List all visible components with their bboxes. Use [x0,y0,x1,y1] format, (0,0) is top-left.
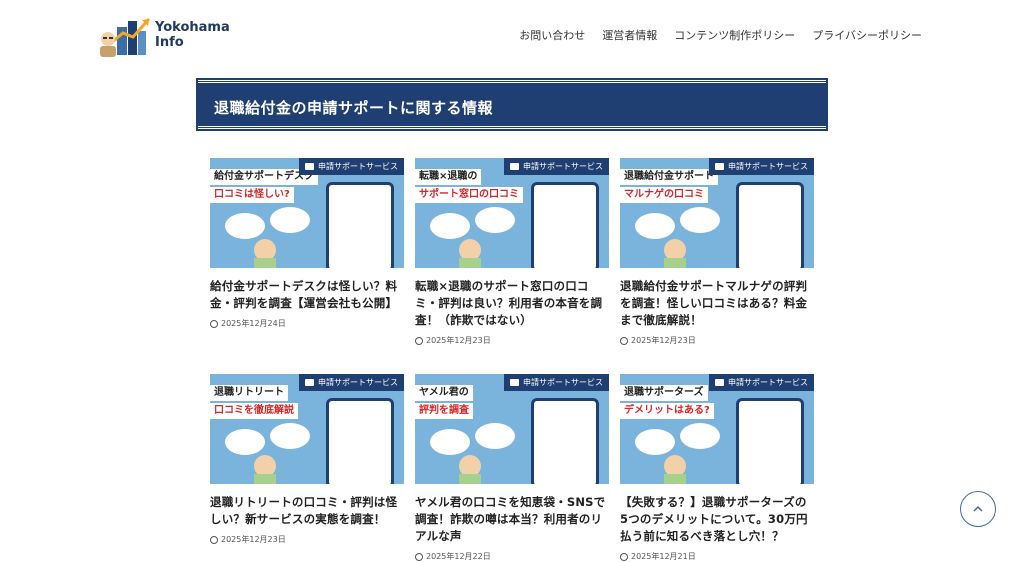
thumbnail-caption-line: マルナゲの口コミ [620,187,708,203]
thumbnail-caption: 退職リトリート 口コミを徹底解説 [210,385,298,421]
post-title[interactable]: 転職×退職のサポート窓口の口コミ・評判は良い？利用者の本音を調査！（詐欺ではない… [415,278,609,329]
post-card[interactable]: 給付金サポートデスク 口コミは怪しい? 申請サポートサービス 給付金サポートデスクは怪… [210,158,404,329]
post-title[interactable]: 【失敗する？】退職サポーターズの5つのデメリットについて。30万円払う前に知るべ… [620,494,814,545]
folder-icon [305,163,314,170]
category-badge[interactable]: 申請サポートサービス [299,158,404,175]
logo-text: Yokohama Info [155,20,230,50]
scroll-to-top-button[interactable] [960,491,996,527]
post-thumbnail[interactable]: 退職サポーターズ デメリットはある? 申請サポートサービス [620,374,814,484]
post-date-text: 2025年12月21日 [631,552,696,561]
folder-icon [715,379,724,386]
post-date: 2025年12月23日 [620,335,814,346]
thumbnail-phone-mockup [326,182,394,268]
post-card[interactable]: 転職×退職のサポート窓口の口コミ 申請サポートサービス転職×退職のサポート窓口の口… [415,158,609,346]
post-title[interactable]: ヤメル君の口コミを知恵袋・SNSで調査！詐欺の噂は本当？利用者のリアルな声 [415,494,609,545]
thumbnail-caption-line: 口コミは怪しい? [210,187,294,203]
folder-icon [510,163,519,170]
post-thumbnail[interactable]: 退職給付金サポート マルナゲの口コミ 申請サポートサービス [620,158,814,268]
category-label: 申請サポートサービス [728,378,808,387]
archive-title-bar: 退職給付金の申請サポートに関する情報 [196,78,828,131]
thumbnail-caption-line: 退職給付金サポート [620,169,718,185]
post-date: 2025年12月23日 [210,534,404,545]
thumbnail-caption: 退職サポーターズ デメリットはある? [620,385,714,421]
post-date: 2025年12月24日 [210,318,404,329]
post-title[interactable]: 給付金サポートデスクは怪しい？料金・評判を調査【運営会社も公開】 [210,278,404,312]
clock-icon [620,552,628,561]
post-card[interactable]: 退職サポーターズ デメリットはある? 申請サポートサービス【失敗する？】退職サポータ… [620,374,814,562]
post-thumbnail[interactable]: 退職リトリート 口コミを徹底解説 申請サポートサービス [210,374,404,484]
category-badge[interactable]: 申請サポートサービス [299,374,404,391]
post-card[interactable]: 退職リトリート 口コミを徹底解説 申請サポートサービス退職リトリートの口コミ・評判は… [210,374,404,545]
thumbnail-caption-line: ヤメル君の [415,385,473,401]
post-title[interactable]: 退職リトリートの口コミ・評判は怪しい？新サービスの実態を調査！ [210,494,404,528]
thumbnail-phone-mockup [736,182,804,268]
post-date-text: 2025年12月23日 [631,336,696,345]
category-badge[interactable]: 申請サポートサービス [504,158,609,175]
chevron-up-icon [973,505,983,512]
category-label: 申請サポートサービス [318,162,398,171]
post-thumbnail[interactable]: ヤメル君の評判を調査 申請サポートサービス [415,374,609,484]
folder-icon [715,163,724,170]
folder-icon [510,379,519,386]
category-badge[interactable]: 申請サポートサービス [709,374,814,391]
clock-icon [210,535,218,544]
post-date-text: 2025年12月23日 [221,535,286,544]
thumbnail-caption-line: 退職リトリート [210,385,288,401]
category-badge[interactable]: 申請サポートサービス [504,374,609,391]
thumbnail-phone-mockup [326,398,394,484]
thumbnail-caption-line: デメリットはある? [620,403,714,419]
post-title[interactable]: 退職給付金サポートマルナゲの評判を調査！怪しい口コミはある？料金まで徹底解説！ [620,278,814,329]
nav-content-policy[interactable]: コンテンツ制作ポリシー [674,27,795,43]
category-label: 申請サポートサービス [318,378,398,387]
site-logo[interactable]: Yokohama Info [97,12,242,58]
clock-icon [415,336,423,345]
thumbnail-phone-mockup [531,398,599,484]
category-badge[interactable]: 申請サポートサービス [709,158,814,175]
category-label: 申請サポートサービス [523,378,603,387]
post-thumbnail[interactable]: 転職×退職のサポート窓口の口コミ 申請サポートサービス [415,158,609,268]
post-date-text: 2025年12月22日 [426,552,491,561]
clock-icon [210,319,218,328]
thumbnail-caption: ヤメル君の評判を調査 [415,385,473,421]
nav-operator-info[interactable]: 運営者情報 [602,27,657,43]
thumbnail-phone-mockup [736,398,804,484]
category-label: 申請サポートサービス [728,162,808,171]
clock-icon [620,336,628,345]
thumbnail-caption-line: サポート窓口の口コミ [415,187,523,203]
post-card[interactable]: ヤメル君の評判を調査 申請サポートサービスヤメル君の口コミを知恵袋・SNSで調査！… [415,374,609,562]
post-date: 2025年12月21日 [620,551,814,562]
category-label: 申請サポートサービス [523,162,603,171]
post-card[interactable]: 退職給付金サポート マルナゲの口コミ 申請サポートサービス 退職給付金サポートマルナゲ… [620,158,814,346]
thumbnail-caption-line: 評判を調査 [415,403,473,419]
post-date: 2025年12月23日 [415,335,609,346]
post-date: 2025年12月22日 [415,551,609,562]
page-title: 退職給付金の申請サポートに関する情報 [214,99,494,117]
site-header: Yokohama Info お問い合わせ 運営者情報 コンテンツ制作ポリシー プ… [0,0,1024,71]
post-thumbnail[interactable]: 給付金サポートデスク 口コミは怪しい? 申請サポートサービス [210,158,404,268]
post-date-text: 2025年12月24日 [221,319,286,328]
post-date-text: 2025年12月23日 [426,336,491,345]
thumbnail-caption-line: 退職サポーターズ [620,385,708,401]
global-nav: お問い合わせ 運営者情報 コンテンツ制作ポリシー プライバシーポリシー [519,27,922,43]
nav-contact[interactable]: お問い合わせ [519,27,585,43]
clock-icon [415,552,423,561]
nav-privacy-policy[interactable]: プライバシーポリシー [812,27,922,43]
thumbnail-caption-line: 転職×退職の [415,169,482,185]
thumbnail-phone-mockup [531,182,599,268]
folder-icon [305,379,314,386]
thumbnail-caption: 退職給付金サポート マルナゲの口コミ [620,169,718,205]
logo-mark [97,13,155,57]
thumbnail-caption-line: 口コミを徹底解説 [210,403,298,419]
